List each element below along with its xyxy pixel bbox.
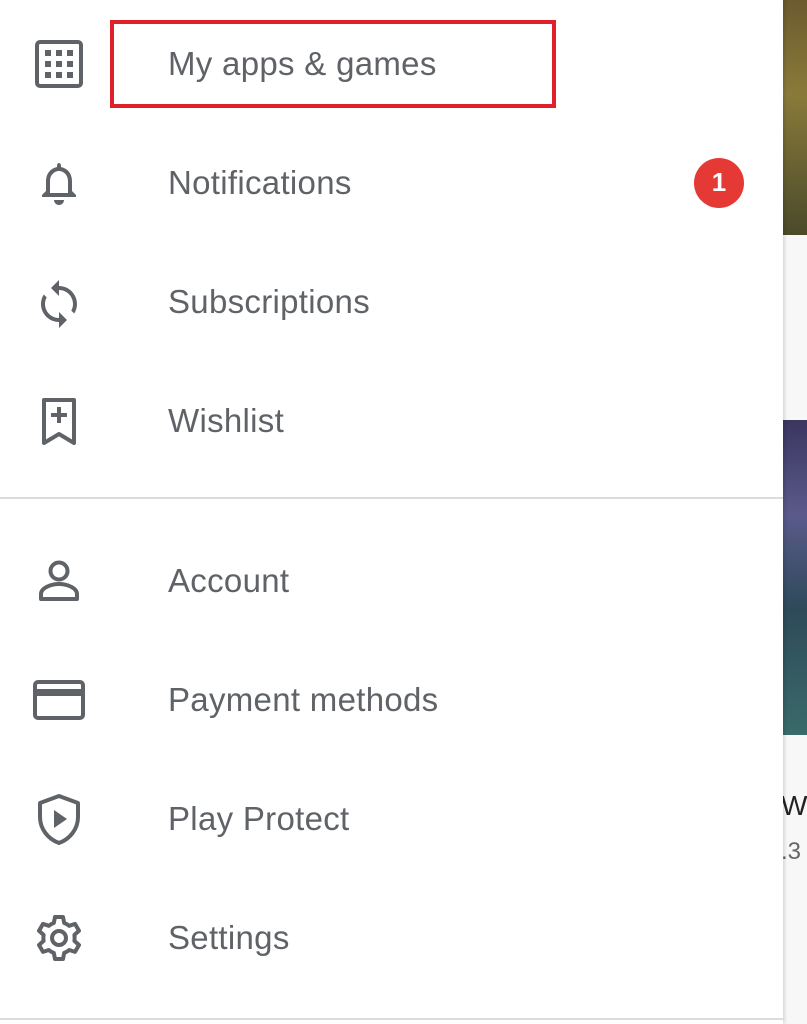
drawer-item-my-apps-games[interactable]: My apps & games <box>0 4 783 123</box>
background-thumbnail[interactable] <box>783 420 807 735</box>
drawer-item-play-protect[interactable]: Play Protect <box>0 759 783 878</box>
navigation-drawer: My apps & games Notifications 1 Subscrip… <box>0 0 783 1024</box>
drawer-item-label: My apps & games <box>168 44 437 82</box>
person-icon <box>32 554 86 608</box>
credit-card-icon <box>32 673 86 727</box>
drawer-item-wishlist[interactable]: Wishlist <box>0 361 783 480</box>
refresh-icon <box>32 275 86 329</box>
notification-count-badge: 1 <box>694 157 744 208</box>
shield-play-icon <box>32 792 86 846</box>
drawer-item-settings[interactable]: Settings <box>0 878 783 997</box>
drawer-item-label: Account <box>168 561 290 599</box>
gear-icon <box>32 911 86 965</box>
drawer-item-subscriptions[interactable]: Subscriptions <box>0 242 783 361</box>
drawer-item-label: Settings <box>168 918 290 956</box>
drawer-item-label: Notifications <box>168 163 352 201</box>
drawer-item-label: Subscriptions <box>168 282 370 320</box>
drawer-item-payment-methods[interactable]: Payment methods <box>0 640 783 759</box>
background-app-title[interactable]: Wo <box>781 790 807 822</box>
drawer-divider <box>0 1018 783 1020</box>
drawer-item-label: Payment methods <box>168 680 439 718</box>
drawer-item-label: Wishlist <box>168 401 285 439</box>
drawer-divider <box>0 497 783 499</box>
background-thumbnail[interactable] <box>783 0 807 235</box>
screen: Wo .3 <box>0 0 807 1024</box>
grid-icon <box>32 37 86 91</box>
drawer-item-notifications[interactable]: Notifications 1 <box>0 123 783 242</box>
drawer-item-label: Play Protect <box>168 799 350 837</box>
background-app-rating: .3 <box>781 838 802 865</box>
drawer-item-account[interactable]: Account <box>0 521 783 640</box>
bell-icon <box>32 156 86 210</box>
bookmark-add-icon <box>32 394 86 448</box>
